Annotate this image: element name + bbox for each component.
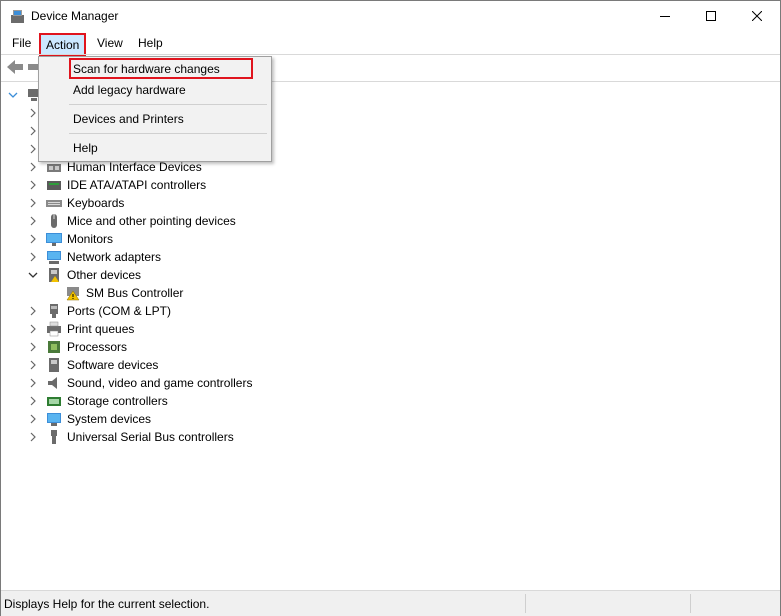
window-title: Device Manager	[31, 9, 119, 23]
minimize-button[interactable]	[642, 1, 688, 31]
action-dropdown-menu: Scan for hardware changes Add legacy har…	[38, 56, 272, 162]
chevron-down-icon[interactable]	[27, 266, 39, 284]
close-button[interactable]	[734, 1, 780, 31]
close-icon	[752, 11, 762, 21]
menu-view[interactable]: View	[92, 34, 128, 52]
menu-item-label: Scan for hardware changes	[73, 62, 220, 76]
chevron-right-icon[interactable]	[27, 356, 39, 374]
status-bar: Displays Help for the current selection.	[1, 590, 780, 616]
tree-node[interactable]: Ports (COM & LPT)	[27, 302, 171, 320]
device-manager-icon	[10, 9, 25, 24]
minimize-icon	[660, 16, 670, 17]
maximize-icon	[706, 11, 716, 21]
processor-icon	[46, 339, 62, 355]
tree-node-label: Processors	[67, 340, 128, 354]
chevron-right-icon[interactable]	[27, 320, 39, 338]
chevron-right-icon[interactable]	[27, 194, 39, 212]
chevron-right-icon[interactable]	[27, 230, 39, 248]
tree-child-node[interactable]: SM Bus Controller	[65, 284, 183, 302]
port-icon	[46, 303, 62, 319]
tree-node-label: Ports (COM & LPT)	[67, 304, 172, 318]
tree-node-label: Human Interface Devices	[67, 160, 202, 174]
tree-node-label: Universal Serial Bus controllers	[67, 430, 234, 444]
chevron-right-icon[interactable]	[27, 428, 39, 446]
system-device-icon	[46, 411, 62, 427]
chevron-right-icon[interactable]	[27, 338, 39, 356]
tree-node[interactable]: Universal Serial Bus controllers	[27, 428, 234, 446]
printer-icon	[46, 321, 62, 337]
tree-node-label: System devices	[67, 412, 152, 426]
unknown-device-icon	[46, 267, 62, 283]
software-device-icon	[46, 357, 62, 373]
menu-item-devices-printers[interactable]: Devices and Printers	[39, 108, 271, 130]
back-button[interactable]	[6, 59, 24, 78]
menu-item-label: Devices and Printers	[73, 112, 184, 126]
menu-bar: File Action View Help	[1, 32, 780, 57]
tree-node-label: SM Bus Controller	[86, 286, 184, 300]
disk-controller-icon	[46, 177, 62, 193]
tree-node[interactable]: Sound, video and game controllers	[27, 374, 252, 392]
tree-node-label: IDE ATA/ATAPI controllers	[67, 178, 207, 192]
device-manager-window: Device Manager File Action View Help Hum…	[0, 0, 781, 616]
chevron-right-icon[interactable]	[27, 248, 39, 266]
tree-node[interactable]: Keyboards	[27, 194, 124, 212]
tree-node[interactable]: Monitors	[27, 230, 113, 248]
menu-help[interactable]: Help	[133, 34, 168, 52]
tree-node-label: Monitors	[67, 232, 114, 246]
tree-node-expanded[interactable]: Other devices	[27, 266, 141, 284]
monitor-icon	[46, 231, 62, 247]
network-adapter-icon	[46, 249, 62, 265]
chevron-right-icon[interactable]	[27, 212, 39, 230]
menu-separator	[69, 133, 267, 134]
keyboard-icon	[46, 195, 62, 211]
speaker-icon	[46, 375, 62, 391]
chevron-right-icon[interactable]	[27, 302, 39, 320]
menu-item-label: Add legacy hardware	[73, 83, 186, 97]
title-bar[interactable]: Device Manager	[1, 1, 780, 31]
chevron-right-icon[interactable]	[27, 392, 39, 410]
storage-controller-icon	[46, 393, 62, 409]
warning-device-icon	[65, 285, 81, 301]
chevron-down-icon[interactable]	[7, 86, 19, 104]
maximize-button[interactable]	[688, 1, 734, 31]
tree-node-label: Software devices	[67, 358, 159, 372]
chevron-right-icon[interactable]	[27, 410, 39, 428]
mouse-icon	[46, 213, 62, 229]
status-divider	[690, 594, 691, 613]
chevron-right-icon[interactable]	[27, 374, 39, 392]
tree-node-label: Network adapters	[67, 250, 162, 264]
tree-node[interactable]: Print queues	[27, 320, 134, 338]
menu-item-scan-hardware[interactable]: Scan for hardware changes	[39, 58, 271, 80]
menu-file[interactable]: File	[7, 34, 36, 52]
tree-node[interactable]: Software devices	[27, 356, 158, 374]
usb-icon	[46, 429, 62, 445]
menu-item-label: Help	[73, 141, 98, 155]
menu-separator	[69, 104, 267, 105]
tree-node-label: Other devices	[67, 268, 142, 282]
tree-node[interactable]: Storage controllers	[27, 392, 168, 410]
tree-node-label: Mice and other pointing devices	[67, 214, 236, 228]
tree-node-label: Print queues	[67, 322, 135, 336]
tree-node[interactable]: IDE ATA/ATAPI controllers	[27, 176, 206, 194]
tree-node[interactable]: Network adapters	[27, 248, 161, 266]
back-arrow-icon	[7, 60, 23, 74]
tree-node[interactable]: Mice and other pointing devices	[27, 212, 236, 230]
tree-node[interactable]: Processors	[27, 338, 127, 356]
tree-node-label: Sound, video and game controllers	[67, 376, 253, 390]
chevron-right-icon[interactable]	[27, 176, 39, 194]
tree-node-label: Storage controllers	[67, 394, 168, 408]
status-text: Displays Help for the current selection.	[4, 597, 210, 611]
tree-node[interactable]: System devices	[27, 410, 151, 428]
menu-item-help[interactable]: Help	[39, 137, 271, 159]
status-divider	[525, 594, 526, 613]
menu-item-add-legacy[interactable]: Add legacy hardware	[39, 79, 271, 101]
tree-node-label: Keyboards	[67, 196, 125, 210]
